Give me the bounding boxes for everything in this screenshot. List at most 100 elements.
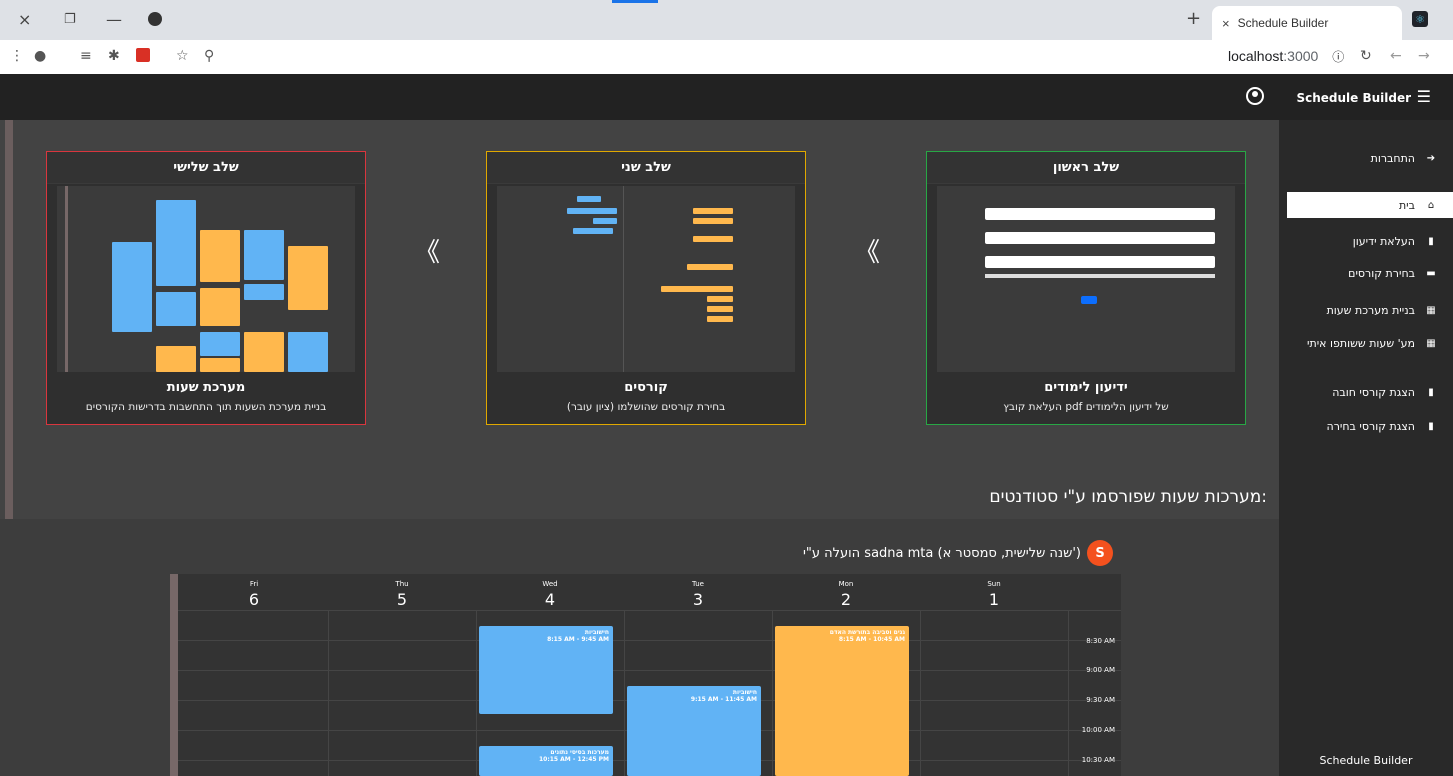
app-navbar: Schedule Builder ☰ (0, 74, 1453, 120)
step-arrow-icon: 《 (414, 238, 441, 268)
time-label: 10:00 AM (1081, 726, 1115, 734)
sidebar-item-label: הצגת קורסי חובה (1332, 385, 1415, 399)
step-header: שלב שלישי (47, 152, 365, 184)
step-description: בחירת קורסים שהושלמו (ציון עובר) (566, 401, 726, 413)
sidebar-item-label: הצגת קורסי בחירה (1326, 419, 1415, 433)
day-header-wed: Wed 4 (476, 574, 624, 610)
calendar-event[interactable]: חישוביות 9:15 AM - 11:45 AM (627, 686, 761, 776)
day-name: Mon (838, 580, 854, 588)
sidebar-item-mandatory-courses[interactable]: הצגת קורסי חובה ▮ (1332, 379, 1437, 405)
sidebar-item-login[interactable]: התחברות ➔ (1371, 145, 1437, 171)
window-restore-icon[interactable]: ❐ (64, 12, 76, 27)
bookmark-star-icon[interactable]: ☆ (176, 48, 189, 64)
step-card-catalog[interactable]: שלב ראשון ידיעון לימודים העלאת קובץ pdf … (926, 151, 1246, 425)
step-title: קורסים (624, 380, 668, 395)
sign-in-icon: ➔ (1426, 152, 1436, 164)
calendar-event[interactable]: גנים וסביבה בתורשת האדם 8:15 AM - 10:45 … (775, 626, 909, 776)
zoom-icon[interactable]: ⚲ (204, 48, 214, 64)
url-host: localhost (1228, 48, 1284, 64)
active-tab[interactable]: × Schedule Builder (1212, 6, 1402, 40)
day-number: 4 (544, 590, 556, 609)
calendar-event[interactable]: חישוביות 8:15 AM - 9:45 AM (479, 626, 613, 714)
step-card-schedule[interactable]: שלב שלישי מערכת שעות בניית מערכת השעות ת… (46, 151, 366, 425)
day-number: 3 (692, 590, 704, 609)
brand-title[interactable]: Schedule Builder (1296, 91, 1411, 105)
hamburger-menu-icon[interactable]: ☰ (1417, 87, 1431, 106)
steps-section: שלב שלישי מערכת שעות בניית מערכת השעות ת… (14, 120, 1279, 472)
window-minimize-icon[interactable]: — (106, 10, 122, 29)
sidebar-footer: Schedule Builder (1319, 754, 1413, 767)
bookmark-icon: ▮ (1428, 386, 1434, 398)
sidebar-item-shared-schedules[interactable]: מע' שעות ששותפו איתי ▦ (1307, 330, 1437, 356)
sidebar-item-label: העלאת ידיעון (1352, 234, 1415, 248)
step-title: ידיעון לימודים (1044, 380, 1128, 395)
new-tab-button[interactable]: + (1186, 8, 1201, 29)
event-title: חישוביות (584, 629, 609, 636)
back-icon[interactable]: ← (1390, 48, 1402, 64)
published-schedules-title: מערכות שעות שפורסמו ע"י סטודנטים: (989, 487, 1267, 507)
courses-preview-image (497, 186, 795, 372)
window-close-icon[interactable]: × (18, 10, 31, 29)
extension-icon[interactable] (136, 48, 150, 62)
profile-icon[interactable]: ● (34, 48, 46, 64)
time-label: 10:30 AM (1081, 756, 1115, 764)
step-card-courses[interactable]: שלב שני קורסים בחירת קורסים שהושלמו (ציו… (486, 151, 806, 425)
day-header-tue: Tue 3 (624, 574, 772, 610)
day-header-sun: Sun 1 (920, 574, 1068, 610)
step-description: העלאת קובץ pdf של ידיעון הלימודים (1003, 401, 1169, 413)
time-label: 9:30 AM (1086, 696, 1115, 704)
time-label: 8:30 AM (1086, 637, 1115, 645)
step-arrow-icon: 《 (854, 238, 881, 268)
upload-preview-image (937, 186, 1235, 372)
sidebar-item-build-schedule[interactable]: בניית מערכת שעות ▦ (1327, 297, 1437, 323)
sidebar-item-elective-courses[interactable]: הצגת קורסי בחירה ▮ (1327, 413, 1437, 439)
sidebar-item-label: מע' שעות ששותפו איתי (1307, 336, 1415, 350)
event-title: חישוביות (732, 689, 757, 696)
sidebar-item-label: התחברות (1370, 151, 1415, 165)
user-account-icon[interactable] (1246, 87, 1264, 105)
avatar[interactable]: S (1087, 540, 1113, 566)
sidebar-item-home[interactable]: בית ⌂ (1287, 192, 1453, 218)
weekly-calendar: Fri 6 Thu 5 Wed 4 Tue 3 Mon 2 Sun 1 8:30 AM 9:… (170, 574, 1121, 776)
sidebar-item-upload[interactable]: העלאת ידיעון ▮ (1353, 228, 1437, 254)
uploader-info: הועלה ע"י sadna mta (שנה שלישית, סמסטר א… (803, 540, 1113, 566)
sidebar-item-courses[interactable]: בחירת קורסים ▬ (1348, 260, 1437, 286)
day-number: 6 (248, 590, 260, 609)
event-time: 9:15 AM - 11:45 AM (690, 696, 757, 703)
reload-icon[interactable]: ↻ (1360, 48, 1372, 64)
day-header-fri: Fri 6 (180, 574, 328, 610)
day-name: Wed (542, 580, 558, 588)
react-favicon-icon: ⚛ (1412, 11, 1428, 27)
home-icon: ⌂ (1427, 199, 1435, 211)
page-scrollbar[interactable] (5, 120, 13, 570)
calendar-scrollbar[interactable] (170, 574, 178, 776)
time-label: 9:00 AM (1086, 666, 1115, 674)
tab-close-icon[interactable]: × (1222, 16, 1230, 31)
calendar-icon: ▦ (1426, 337, 1436, 349)
step-footer: ידיעון לימודים העלאת קובץ pdf של ידיעון … (927, 372, 1245, 413)
calendar-icon: ▦ (1426, 304, 1436, 316)
day-name: Fri (249, 580, 259, 588)
sidebar: התחברות ➔ בית ⌂ העלאת ידיעון ▮ בחירת קורסים… (1279, 120, 1453, 776)
day-number: 1 (988, 590, 1000, 609)
sidebar-item-label: בחירת קורסים (1348, 266, 1415, 280)
url-port: :3000 (1283, 48, 1319, 64)
event-time: 10:15 AM - 12:45 PM (538, 756, 609, 763)
bookmark-icon: ▮ (1428, 420, 1434, 432)
step-footer: קורסים בחירת קורסים שהושלמו (ציון עובר) (487, 372, 805, 413)
media-icon[interactable]: ≡ (80, 48, 92, 64)
tab-title: Schedule Builder (1237, 16, 1329, 30)
address-bar[interactable]: localhost:3000 ⓘ (1228, 48, 1344, 65)
list-icon: ▬ (1426, 267, 1436, 279)
forward-icon[interactable]: → (1418, 48, 1430, 64)
extensions-icon[interactable]: ✱ (108, 48, 120, 64)
uploader-text: הועלה ע"י sadna mta (שנה שלישית, סמסטר א… (802, 545, 1081, 561)
calendar-event[interactable]: מערכות בסיסי נתונים 10:15 AM - 12:45 PM (479, 746, 613, 776)
site-info-icon[interactable]: ⓘ (1332, 50, 1344, 64)
day-name: Sun (987, 580, 1001, 588)
record-icon[interactable] (148, 12, 162, 26)
kebab-menu-icon[interactable]: ⋮ (10, 48, 24, 64)
step-header: שלב ראשון (927, 152, 1245, 184)
event-time: 8:15 AM - 10:45 AM (838, 636, 905, 643)
day-number: 2 (840, 590, 852, 609)
